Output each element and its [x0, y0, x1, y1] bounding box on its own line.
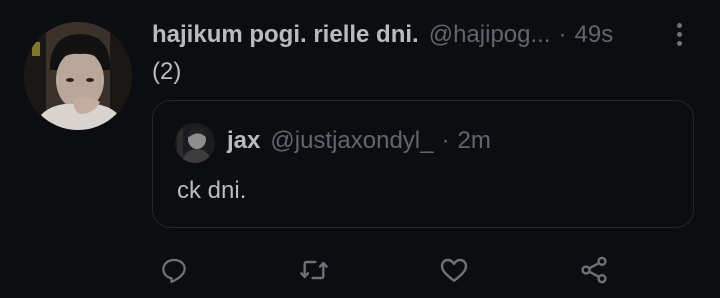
more-vertical-icon[interactable]: [670, 20, 690, 50]
quote-header: jax @justjaxondyl_ · 2m: [227, 127, 491, 155]
share-button[interactable]: [574, 250, 614, 290]
quote-separator-dot: ·: [441, 127, 450, 154]
avatar[interactable]: [24, 22, 132, 130]
quoted-tweet[interactable]: jax @justjaxondyl_ · 2m ck dni.: [152, 100, 694, 228]
retweet-button[interactable]: [294, 250, 334, 290]
quote-timestamp[interactable]: 2m: [458, 127, 491, 155]
quote-display-name[interactable]: jax: [227, 127, 260, 155]
display-name[interactable]: hajikum pogi. rielle dni.: [152, 21, 419, 49]
like-button[interactable]: [434, 250, 474, 290]
share-icon: [581, 256, 607, 284]
quote-text: ck dni.: [177, 177, 247, 204]
like-icon: [440, 258, 468, 282]
user-handle[interactable]: @hajipog...: [429, 21, 551, 49]
timestamp[interactable]: 49s: [575, 21, 614, 49]
quote-avatar[interactable]: [175, 123, 215, 163]
reply-icon: [162, 258, 186, 283]
tweet-text: (2): [152, 58, 182, 85]
quote-user-handle[interactable]: @justjaxondyl_: [270, 127, 433, 155]
retweet-icon: [300, 260, 328, 280]
action-bar: [152, 250, 632, 290]
separator-dot: ·: [558, 21, 567, 48]
reply-button[interactable]: [154, 250, 194, 290]
tweet-header: hajikum pogi. rielle dni. @hajipog... · …: [152, 18, 672, 52]
tweet[interactable]: hajikum pogi. rielle dni. @hajipog... · …: [0, 0, 720, 298]
